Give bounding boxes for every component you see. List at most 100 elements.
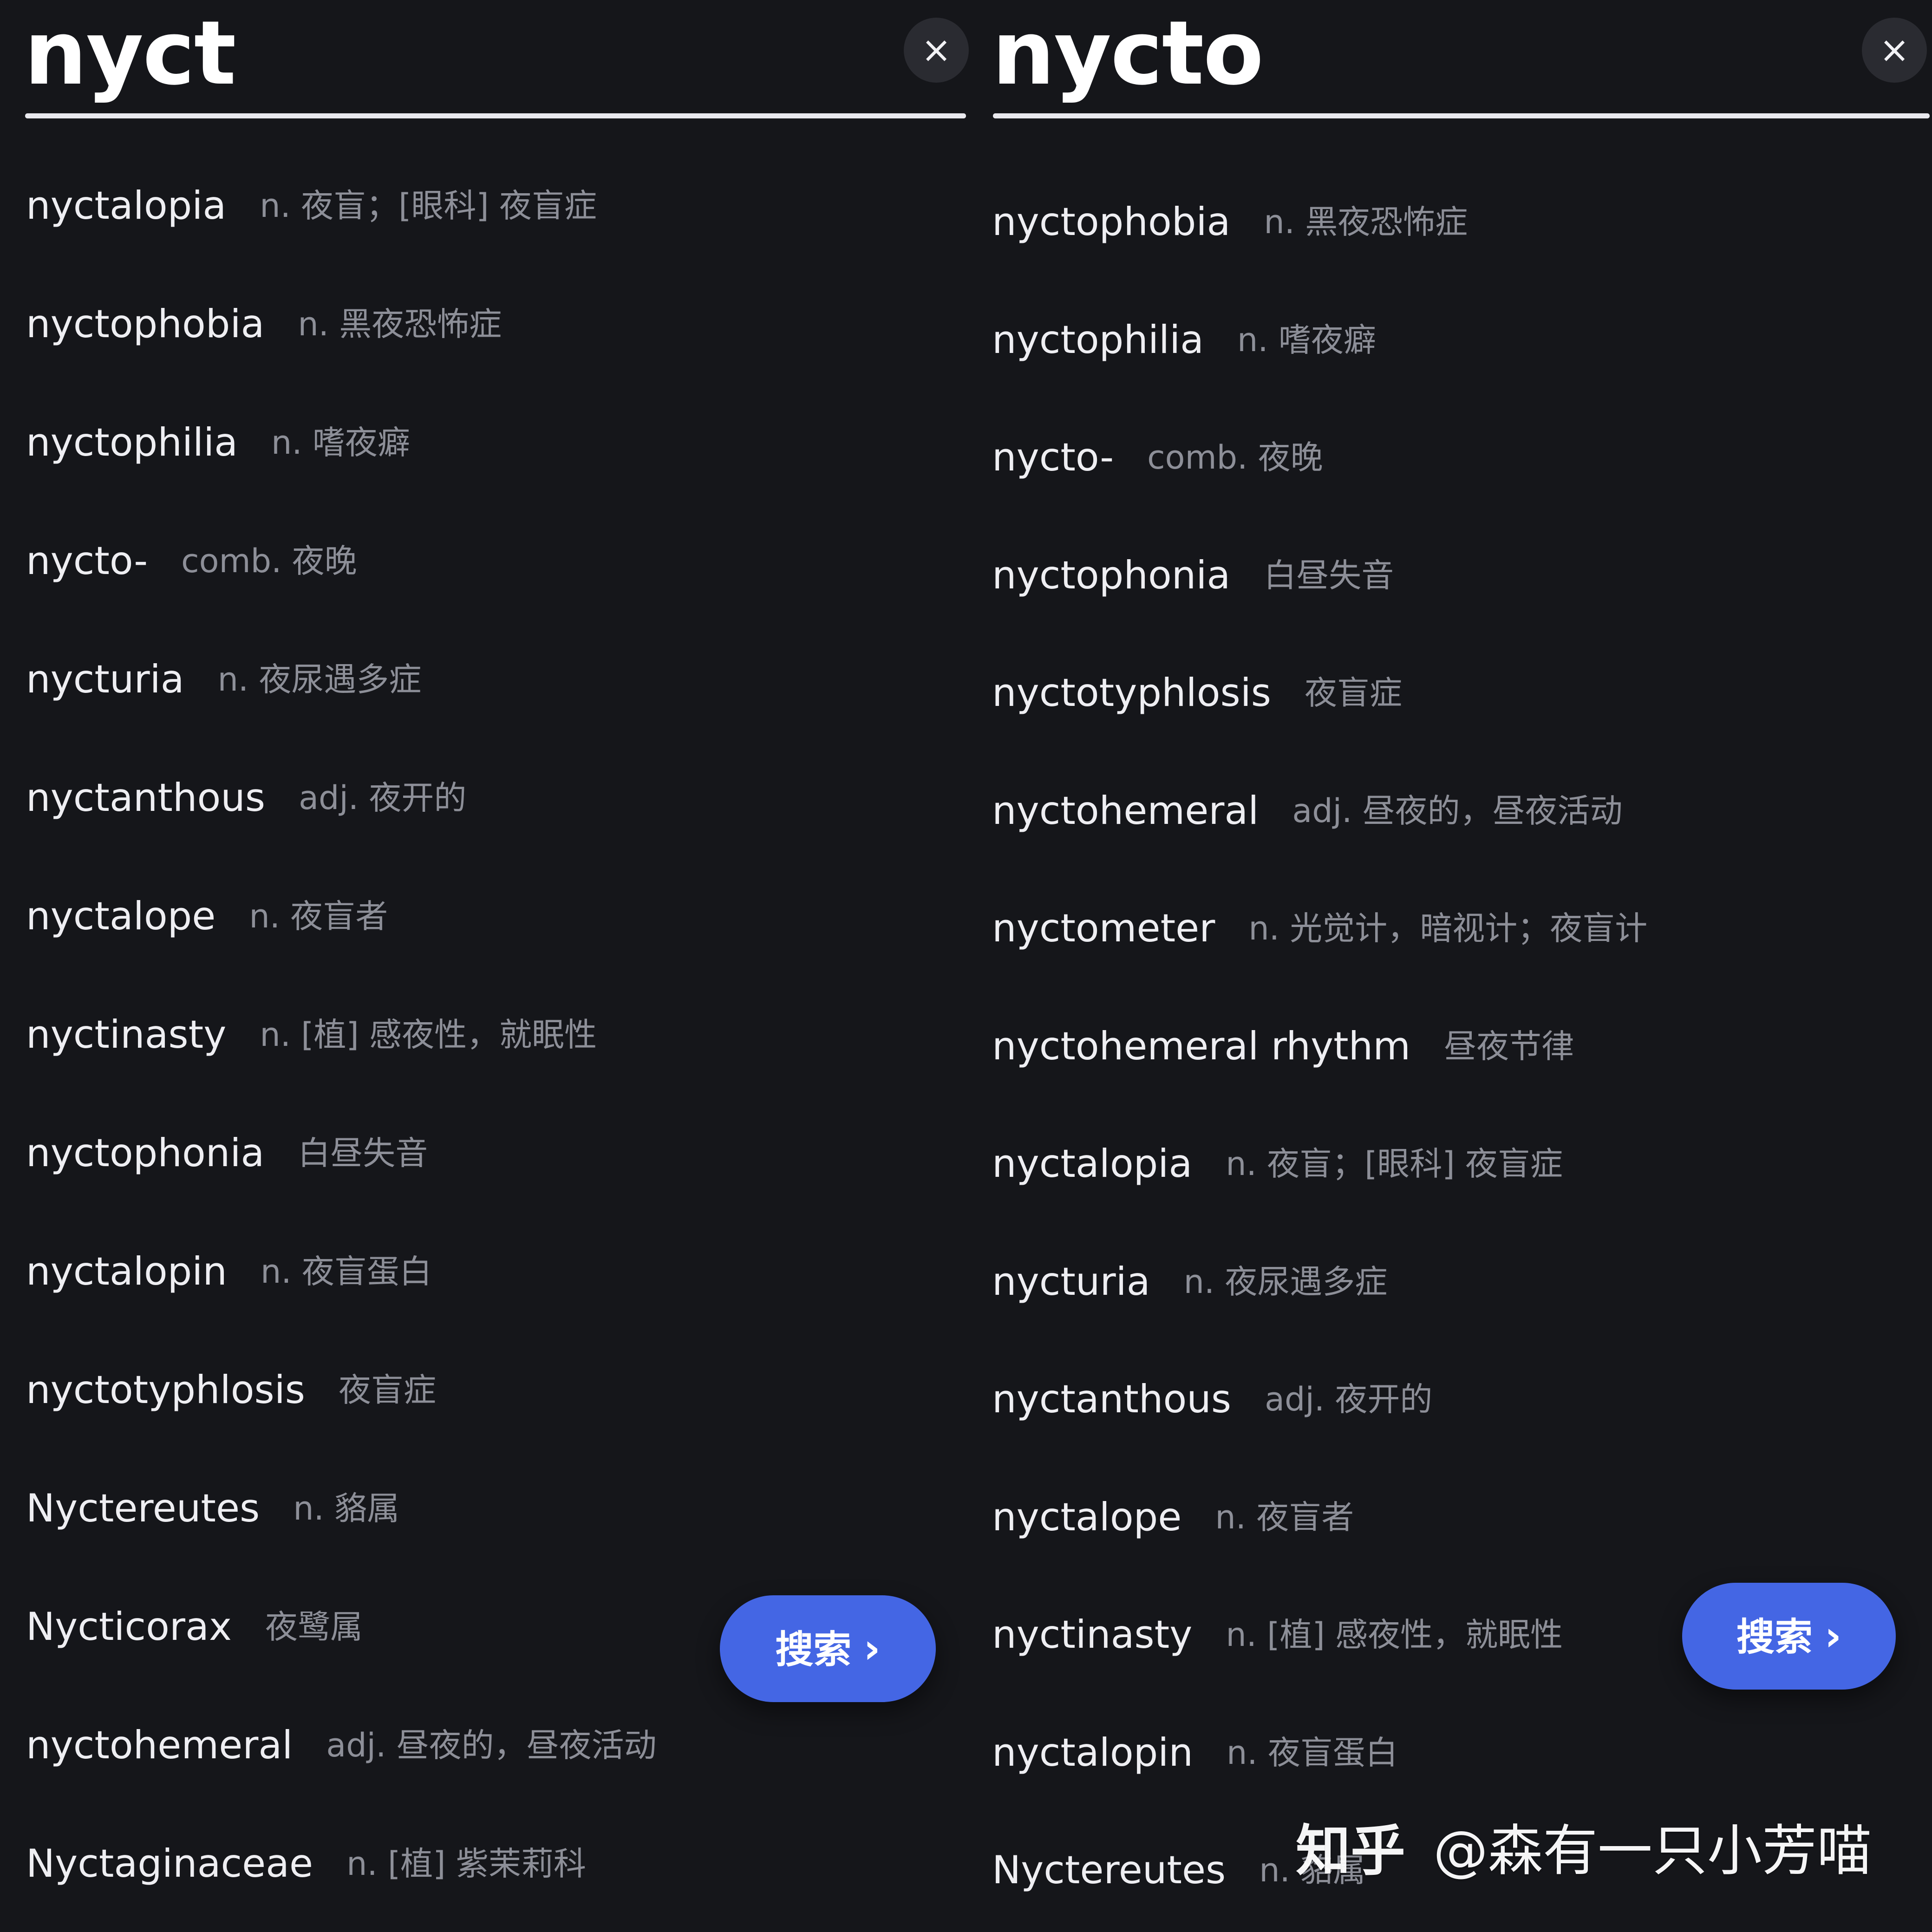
suggestion-word: nyctalopia — [26, 183, 227, 228]
suggestion-word: nyctalopin — [992, 1730, 1193, 1775]
suggestion-word: Nyctereutes — [992, 1847, 1226, 1893]
search-underline — [25, 113, 966, 118]
suggestion-item[interactable]: nyctohemeral adj. 昼夜的，昼夜活动 — [26, 1717, 966, 1773]
suggestion-item[interactable]: nycto-comb. 夜晚 — [26, 533, 966, 589]
suggestion-word: nyctohemeral rhythm — [992, 1023, 1411, 1069]
suggestion-definition: n. 夜尿遇多症 — [1183, 1262, 1388, 1301]
suggestion-item[interactable]: nyctalope n. 夜盲者 — [992, 1489, 1932, 1545]
suggestion-definition: adj. 昼夜的，昼夜活动 — [326, 1726, 657, 1764]
suggestion-word: Nycticorax — [26, 1604, 232, 1649]
suggestion-definition: 白昼失音 — [1264, 556, 1394, 594]
watermark-brand: 知乎 — [1296, 1819, 1406, 1883]
suggestion-item[interactable]: nycturia n. 夜尿遇多症 — [992, 1254, 1932, 1310]
suggestion-item[interactable]: Nyctereutes n. 貉属 — [26, 1481, 966, 1536]
suggestion-item[interactable]: nyctohemeral rhythm 昼夜节律 — [992, 1018, 1932, 1074]
suggestion-definition: n. 夜盲；[眼科] 夜盲症 — [1226, 1145, 1563, 1183]
suggestion-word: nyctalopin — [26, 1249, 227, 1294]
search-button-label: 搜索 — [1736, 1615, 1813, 1659]
suggestion-item[interactable]: nyctometer n. 光觉计，暗视计；夜盲计 — [992, 901, 1932, 956]
suggestion-word: nyctalopia — [992, 1141, 1193, 1186]
watermark: 知乎 @森有一只小芳喵 — [1296, 1814, 1872, 1888]
search-button[interactable]: 搜索 › — [1682, 1583, 1896, 1690]
search-input[interactable]: nyct — [24, 0, 236, 107]
suggestion-word: nyctophonia — [26, 1130, 265, 1175]
suggestion-word: nyctotyphlosis — [26, 1367, 306, 1412]
suggestion-word: nyctohemeral — [26, 1723, 293, 1768]
suggestion-definition: n. 夜盲；[眼科] 夜盲症 — [260, 187, 597, 225]
suggestion-definition: 昼夜节律 — [1444, 1027, 1574, 1065]
suggestion-word: nyctophilia — [992, 317, 1204, 362]
suggestion-word: nyctinasty — [26, 1012, 227, 1057]
suggestion-definition: n. 光觉计，暗视计；夜盲计 — [1248, 909, 1648, 947]
suggestion-definition: n. [植] 紫茉莉科 — [346, 1845, 586, 1883]
suggestion-word: Nyctereutes — [26, 1486, 260, 1531]
suggestion-item[interactable]: nyctalopin n. 夜盲蛋白 — [992, 1725, 1932, 1781]
suggestion-word: nycto- — [992, 435, 1114, 480]
suggestion-word: nyctohemeral — [992, 788, 1259, 833]
suggestion-word: nyctometer — [992, 906, 1215, 951]
suggestion-item[interactable]: nyctalope n. 夜盲者 — [26, 888, 966, 944]
suggestion-definition: comb. 夜晚 — [181, 542, 357, 580]
suggestion-definition: n. [植] 感夜性，就眠性 — [260, 1016, 597, 1054]
suggestion-item[interactable]: Nyctaginaceae n. [植] 紫茉莉科 — [26, 1836, 966, 1892]
suggestion-definition: 白昼失音 — [298, 1134, 428, 1172]
suggestion-item[interactable]: nyctohemeral adj. 昼夜的，昼夜活动 — [992, 783, 1932, 839]
suggestion-definition: n. [植] 感夜性，就眠性 — [1226, 1616, 1563, 1654]
suggestion-definition: n. 黑夜恐怖症 — [298, 305, 502, 343]
suggestion-item[interactable]: nyctotyphlosis 夜盲症 — [26, 1362, 966, 1418]
suggestion-definition: 夜鹭属 — [265, 1608, 363, 1646]
search-button[interactable]: 搜索 › — [720, 1595, 936, 1702]
suggestion-definition: adj. 夜开的 — [299, 779, 467, 817]
suggestion-word: nyctalope — [992, 1494, 1182, 1540]
suggestion-item[interactable]: nyctophonia 白昼失音 — [992, 548, 1932, 603]
suggestion-definition: n. 夜盲蛋白 — [1226, 1733, 1398, 1772]
left-panel: nyct × nyctalopia n. 夜盲；[眼科] 夜盲症 nyctophob… — [0, 0, 969, 1932]
clear-button[interactable]: × — [904, 18, 969, 83]
chevron-right-icon: › — [863, 1625, 881, 1672]
close-icon: × — [921, 29, 952, 71]
suggestion-item[interactable]: nyctophonia 白昼失音 — [26, 1125, 966, 1181]
suggestion-item[interactable]: nyctalopin n. 夜盲蛋白 — [26, 1244, 966, 1299]
close-icon: × — [1879, 29, 1910, 71]
suggestion-word: nyctinasty — [992, 1612, 1193, 1657]
suggestion-definition: n. 黑夜恐怖症 — [1264, 203, 1468, 241]
suggestion-word: nycturia — [26, 657, 184, 702]
suggestion-definition: n. 夜盲者 — [1215, 1498, 1354, 1536]
suggestion-word: nyctanthous — [26, 775, 266, 820]
suggestion-item[interactable]: nyctanthous adj. 夜开的 — [992, 1371, 1932, 1427]
suggestion-item[interactable]: nyctophobia n. 黑夜恐怖症 — [992, 194, 1932, 250]
suggestion-item[interactable]: nyctotyphlosis 夜盲症 — [992, 665, 1932, 721]
suggestion-definition: adj. 夜开的 — [1265, 1380, 1433, 1418]
suggestion-item[interactable]: nyctalopia n. 夜盲；[眼科] 夜盲症 — [992, 1136, 1932, 1192]
suggestion-item[interactable]: nyctophilia n. 嗜夜癖 — [992, 312, 1932, 368]
clear-button[interactable]: × — [1862, 18, 1927, 83]
suggestion-word: nycturia — [992, 1259, 1150, 1304]
suggestion-word: nyctophobia — [26, 301, 265, 346]
suggestion-word: nyctanthous — [992, 1377, 1232, 1422]
suggestion-item[interactable]: nyctanthous adj. 夜开的 — [26, 770, 966, 826]
suggestion-definition: 夜盲症 — [339, 1371, 437, 1409]
suggestion-word: nycto- — [26, 538, 148, 583]
suggestion-word: nyctophonia — [992, 552, 1231, 598]
suggestion-word: nyctophobia — [992, 199, 1231, 244]
suggestion-definition: n. 夜盲蛋白 — [260, 1253, 432, 1291]
chevron-right-icon: › — [1824, 1612, 1842, 1660]
watermark-user: @森有一只小芳喵 — [1433, 1819, 1872, 1883]
suggestion-definition: n. 嗜夜癖 — [271, 424, 410, 462]
suggestion-definition: 夜盲症 — [1305, 674, 1403, 712]
suggestion-definition: adj. 昼夜的，昼夜活动 — [1292, 791, 1623, 830]
suggestion-item[interactable]: nyctinasty n. [植] 感夜性，就眠性 — [26, 1007, 966, 1063]
suggestion-definition: n. 夜盲者 — [249, 897, 388, 935]
suggestion-item[interactable]: nyctalopia n. 夜盲；[眼科] 夜盲症 — [26, 178, 966, 234]
suggestion-word: nyctalope — [26, 894, 216, 939]
search-button-label: 搜索 — [775, 1628, 852, 1672]
suggestion-item[interactable]: nycto-comb. 夜晚 — [992, 430, 1932, 485]
suggestion-definition: n. 嗜夜癖 — [1237, 320, 1376, 359]
suggestion-item[interactable]: nycturia n. 夜尿遇多症 — [26, 652, 966, 707]
search-input[interactable]: nycto — [992, 0, 1264, 107]
suggestion-definition: n. 貉属 — [293, 1489, 400, 1527]
suggestion-item[interactable]: nyctophilia n. 嗜夜癖 — [26, 415, 966, 470]
suggestion-item[interactable]: nyctophobia n. 黑夜恐怖症 — [26, 296, 966, 352]
suggestion-word: Nyctaginaceae — [26, 1841, 313, 1886]
suggestion-definition: comb. 夜晚 — [1147, 438, 1323, 476]
